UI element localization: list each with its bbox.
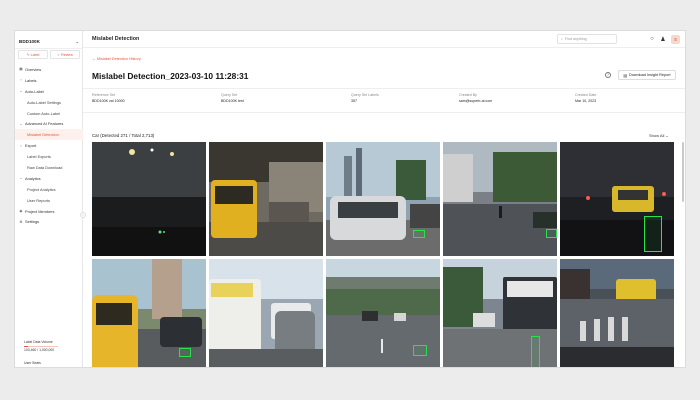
chevron-down-icon: ⌄ [19, 89, 23, 94]
usage-progress-fill [24, 345, 28, 347]
top-bar: Mislabel Detection ⌕ Find anything ○ ♟ S [83, 31, 685, 48]
user-seats-title: User Seats [24, 361, 41, 365]
sidebar-item-export[interactable]: › Export [15, 140, 83, 151]
document-icon: ▤ [623, 73, 627, 78]
section-title: Car (Detected 271 / Total 2,713) [92, 133, 155, 138]
scene-bus-street [209, 259, 323, 367]
avatar[interactable]: S [671, 35, 680, 44]
chevron-right-icon: › [20, 78, 22, 83]
sidebar-item-labels[interactable]: › Labels [15, 75, 83, 86]
gear-icon: ⚙ [19, 219, 23, 224]
label-review-bar: ✎ Label ✓ Review [18, 50, 80, 59]
scene-city-skyline [326, 142, 440, 256]
image-thumbnail[interactable] [92, 142, 206, 256]
meta-query-set-labels: Query Set Labels 357 [351, 93, 379, 103]
sidebar-item-user-reports[interactable]: User Reports [15, 195, 83, 206]
search-input[interactable]: ⌕ Find anything [557, 34, 617, 44]
sidebar-item-advanced-ai[interactable]: ⌄ Advanced AI Features [15, 118, 83, 129]
people-icon: ◉ [19, 209, 23, 214]
sidebar-item-auto-label-settings[interactable]: Auto-Label Settings [15, 97, 83, 108]
download-report-button[interactable]: ▤ Download Insight Report [618, 70, 676, 80]
sidebar-item-custom-auto-label[interactable]: Custom Auto-Label [15, 108, 83, 119]
sidebar-item-overview[interactable]: ▦ Overview [15, 64, 83, 75]
chevron-down-icon: ⌄ [19, 121, 23, 126]
image-thumbnail[interactable] [443, 259, 557, 367]
sidebar-item-auto-label[interactable]: ⌄ Auto-Label [15, 86, 83, 97]
scene-taxi-street [209, 142, 323, 256]
meta-reference-set: Reference Set BDD100K val 10000 [92, 93, 125, 103]
scene-night-highway [92, 142, 206, 256]
sidebar-item-raw-data-download[interactable]: Raw Data Download [15, 162, 83, 173]
image-thumbnail[interactable] [209, 259, 323, 367]
meta-query-set: Query Set BDD100K test [221, 93, 244, 103]
workspace-selector[interactable]: BDD100K ⌄ [19, 36, 79, 46]
back-link[interactable]: ← Mislabel Detection History [92, 57, 141, 61]
help-circle-icon[interactable]: ○ [648, 35, 656, 43]
sidebar-nav: ▦ Overview › Labels ⌄ Auto-Label Auto-La… [15, 64, 83, 227]
bounding-box [179, 348, 191, 357]
sidebar-item-label-exports[interactable]: Label Exports [15, 151, 83, 162]
image-thumbnail[interactable] [209, 142, 323, 256]
scene-street-corner [443, 142, 557, 256]
sidebar-item-project-members[interactable]: ◉ Project Members [15, 206, 83, 217]
workspace-name: BDD100K [19, 38, 40, 44]
meta-divider-bottom [83, 112, 685, 113]
bounding-box [413, 345, 427, 356]
sidebar: BDD100K ⌄ ✎ Label ✓ Review ▦ Overview › … [15, 31, 86, 367]
usage-progress-bar [24, 345, 58, 347]
top-bar-title: Mislabel Detection [92, 36, 140, 42]
image-thumbnail[interactable] [326, 142, 440, 256]
image-thumbnail[interactable] [560, 142, 674, 256]
image-thumbnail[interactable] [560, 259, 674, 367]
check-icon: ✓ [57, 52, 61, 57]
usage-value: 103,460 / 1,000,000 [24, 348, 55, 352]
pencil-icon: ✎ [26, 52, 30, 57]
scene-crosswalk [560, 259, 674, 367]
image-thumbnail[interactable] [92, 259, 206, 367]
chevron-down-icon: ⌄ [19, 176, 23, 181]
bounding-box [531, 336, 540, 367]
usage-title: Label Data Volume [24, 339, 53, 344]
sidebar-item-mislabel-detection[interactable]: Mislabel Detection [15, 129, 83, 141]
grid-scrollbar[interactable] [682, 142, 684, 202]
bell-icon[interactable]: ♟ [659, 35, 667, 43]
meta-created-by: Created By sam@superb-ai.com [459, 93, 493, 103]
bounding-box [413, 230, 425, 238]
bounding-box [546, 229, 557, 238]
show-all-button[interactable]: Show All ⌄ [649, 133, 669, 138]
main-content: ← Mislabel Detection History Mislabel De… [83, 48, 685, 367]
chevron-down-icon: ⌄ [75, 38, 79, 44]
meta-created-date: Created Date Mar 10, 2023 [575, 93, 597, 103]
label-button[interactable]: ✎ Label [18, 50, 48, 59]
app-window: BDD100K ⌄ ✎ Label ✓ Review ▦ Overview › … [14, 30, 686, 368]
image-thumbnail[interactable] [326, 259, 440, 367]
chevron-right-icon: › [20, 143, 22, 148]
chevron-down-icon: ⌄ [665, 133, 669, 138]
image-grid [92, 142, 675, 367]
review-button[interactable]: ✓ Review [50, 50, 80, 59]
image-thumbnail[interactable] [443, 142, 557, 256]
info-icon[interactable]: ? [605, 72, 611, 78]
meta-divider-top [83, 88, 685, 89]
sidebar-item-settings[interactable]: ⚙ Settings [15, 216, 83, 227]
grid-icon: ▦ [19, 67, 23, 72]
sidebar-item-project-analytics[interactable]: Project Analytics [15, 184, 83, 195]
search-icon: ⌕ [561, 37, 564, 41]
page-title: Mislabel Detection_2023-03-10 11:28:31 [92, 71, 249, 81]
sidebar-item-analytics[interactable]: ⌄ Analytics [15, 173, 83, 184]
sidebar-divider [15, 48, 83, 49]
bounding-box [644, 216, 662, 252]
usage-panel: Label Data Volume 103,460 / 1,000,000 Us… [24, 340, 76, 365]
